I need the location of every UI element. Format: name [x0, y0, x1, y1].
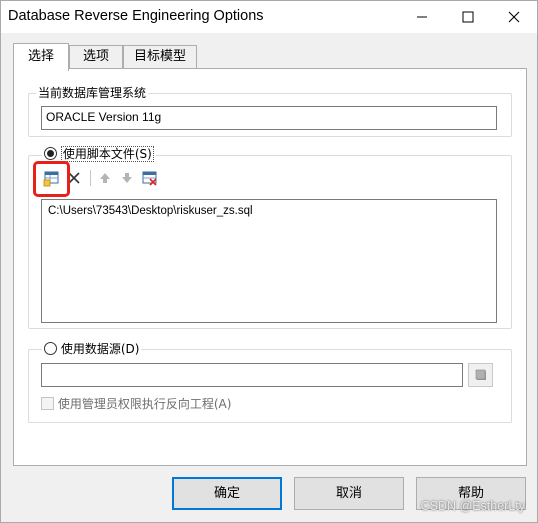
clear-list-icon[interactable] [141, 169, 159, 187]
datasource-option[interactable]: 使用数据源(D) [42, 342, 142, 356]
maximize-button[interactable] [445, 1, 491, 33]
dbms-group-legend: 当前数据库管理系统 [36, 86, 149, 100]
close-icon [508, 11, 520, 23]
datasource-browse-button[interactable] [468, 363, 493, 387]
dbms-field[interactable]: ORACLE Version 11g [41, 106, 497, 130]
move-up-icon[interactable] [96, 169, 114, 187]
move-down-icon[interactable] [118, 169, 136, 187]
script-file-radio-label: 使用脚本文件(S) [60, 146, 154, 162]
datasource-browse-icon [475, 369, 486, 380]
tab-selection[interactable]: 选择 [13, 43, 69, 71]
admin-option[interactable]: 使用管理员权限执行反向工程(A) [41, 395, 231, 412]
datasource-radio-label: 使用数据源(D) [60, 342, 140, 356]
datasource-field[interactable] [41, 363, 463, 387]
tab-options[interactable]: 选项 [69, 45, 123, 69]
tab-panel: 当前数据库管理系统 ORACLE Version 11g 使用脚本文件(S) C… [13, 68, 527, 466]
window-title: Database Reverse Engineering Options [8, 8, 264, 24]
cancel-button[interactable]: 取消 [294, 477, 404, 510]
admin-checkbox[interactable] [41, 397, 54, 410]
watermark: CSDN @EstherLty [420, 499, 525, 513]
script-file-list[interactable]: C:\Users\73543\Desktop\riskuser_zs.sql [41, 199, 497, 323]
toolbar-separator [90, 170, 91, 186]
minimize-icon [417, 16, 427, 18]
title-bar: Database Reverse Engineering Options [1, 1, 537, 33]
close-button[interactable] [491, 1, 537, 33]
admin-checkbox-label: 使用管理员权限执行反向工程(A) [57, 397, 232, 411]
tab-target-model[interactable]: 目标模型 [123, 45, 197, 69]
ok-button[interactable]: 确定 [172, 477, 282, 510]
maximize-icon [462, 11, 474, 23]
datasource-radio[interactable] [44, 342, 57, 355]
minimize-button[interactable] [399, 1, 445, 33]
list-item[interactable]: C:\Users\73543\Desktop\riskuser_zs.sql [48, 205, 253, 217]
highlight-box [33, 161, 70, 197]
dialog-window: Database Reverse Engineering Options 选择 … [0, 0, 538, 523]
script-file-option[interactable]: 使用脚本文件(S) [42, 146, 156, 162]
script-file-radio[interactable] [44, 147, 57, 160]
